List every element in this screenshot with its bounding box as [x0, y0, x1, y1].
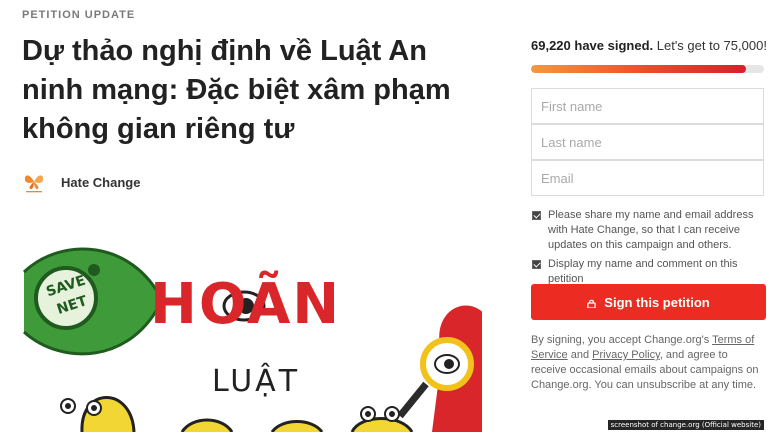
image-text-hoan: HOÃN — [150, 272, 342, 337]
legal-middle: and — [567, 349, 593, 361]
petition-image: SAVE NET HOÃN LUẬT — [22, 236, 482, 432]
email-field[interactable] — [531, 160, 764, 196]
signature-progress-fill — [531, 65, 747, 73]
signature-progress-bar — [531, 65, 764, 73]
butterfly-logo-icon — [24, 175, 44, 193]
petition-headline: Dự thảo nghị định về Luật An ninh mạng: … — [22, 35, 451, 145]
signed-count-text: 69,220 have signed. — [531, 38, 654, 53]
privacy-policy-link[interactable]: Privacy Policy — [592, 349, 660, 361]
legal-prefix: By signing, you accept Change.org's — [531, 334, 713, 346]
last-name-field[interactable] — [531, 124, 764, 160]
share-consent-label: Please share my name and email address w… — [548, 209, 754, 251]
sign-petition-label: Sign this petition — [604, 294, 710, 310]
signature-count: 69,220 have signed. Let's get to 75,000! — [531, 38, 767, 53]
lock-icon — [587, 299, 597, 308]
image-text-luat: LUẬT — [212, 364, 301, 399]
author-byline[interactable]: Hate Change — [22, 170, 140, 194]
share-consent-option[interactable]: Please share my name and email address w… — [531, 208, 766, 253]
share-consent-checkbox[interactable] — [532, 211, 541, 220]
display-consent-label: Display my name and comment on this peti… — [548, 258, 738, 285]
display-consent-option[interactable]: Display my name and comment on this peti… — [531, 257, 766, 287]
screenshot-caption: screenshot of change.org (Official websi… — [607, 420, 764, 430]
display-consent-checkbox[interactable] — [532, 260, 541, 269]
author-name[interactable]: Hate Change — [61, 175, 140, 190]
goal-text: Let's get to 75,000! — [656, 38, 767, 53]
sign-petition-button[interactable]: Sign this petition — [531, 284, 766, 320]
first-name-field[interactable] — [531, 88, 764, 124]
petition-update-label: PETITION UPDATE — [22, 9, 136, 21]
legal-notice: By signing, you accept Change.org's Term… — [531, 333, 766, 393]
